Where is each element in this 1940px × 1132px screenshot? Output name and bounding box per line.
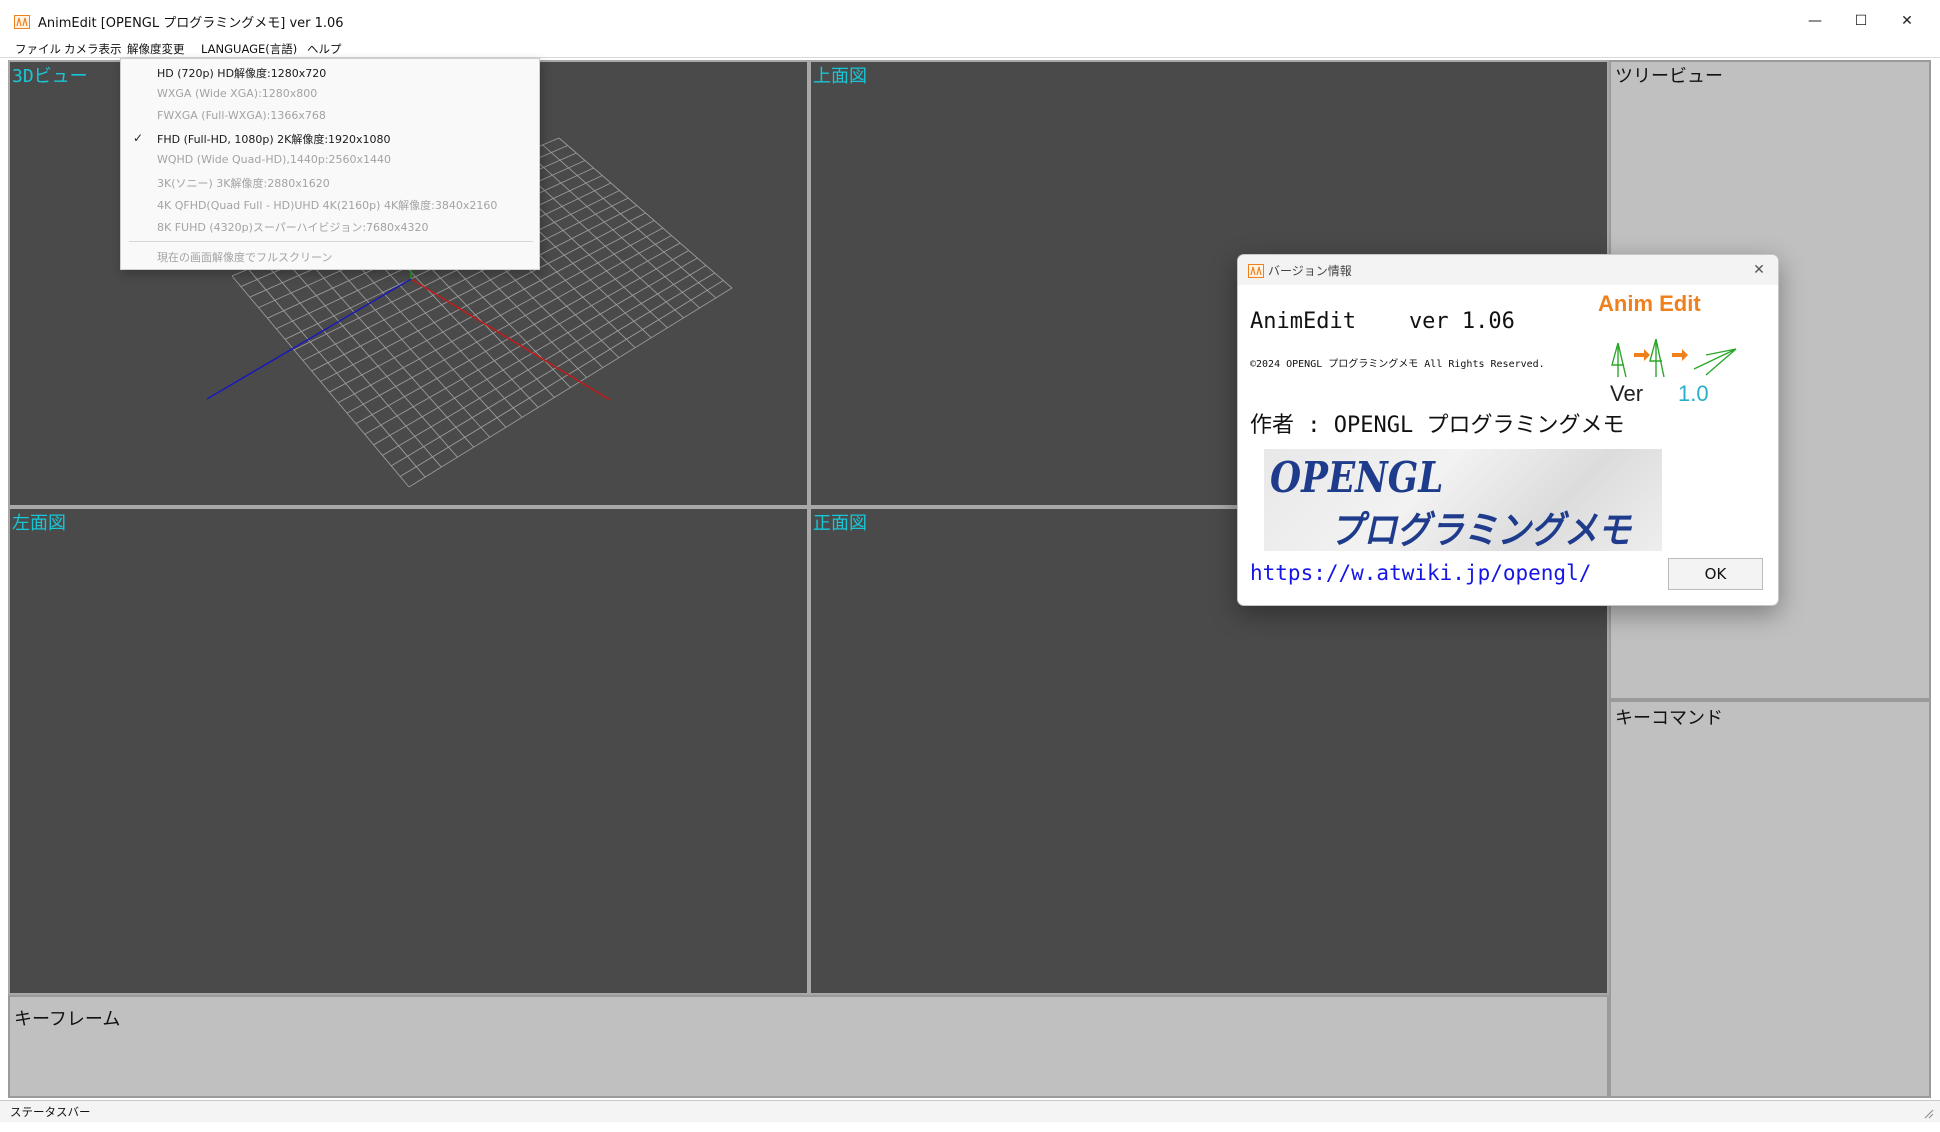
app-icon [14,14,30,29]
status-text: ステータスバー [10,1105,91,1119]
about-dialog: バージョン情報 ✕ AnimEdit ver 1.06 ©2024 OPENGL… [1237,254,1779,606]
maximize-button[interactable]: ☐ [1838,0,1884,42]
close-button[interactable]: ✕ [1884,0,1930,42]
menu-language[interactable]: LANGUAGE(言語) [201,39,297,57]
grid-line [399,280,724,477]
res-option-fullscreen[interactable]: 現在の画面解像度でフルスクリーン [157,249,332,265]
res-option-4k[interactable]: 4K QFHD(Quad Full - HD)UHD 4K(2160p) 4K解… [157,197,497,213]
viewport-label-front: 正面図 [813,513,867,534]
dialog-title-bar: バージョン情報 ✕ [1238,255,1778,285]
key-command-panel[interactable]: キーコマンド [1609,700,1931,1098]
res-option-8k[interactable]: 8K FUHD (4320p)スーパーハイビジョン:7680x4320 [157,219,429,235]
keyframe-label: キーフレーム [14,1009,121,1030]
viewport-left[interactable]: 左面図 [8,507,809,995]
dialog-copyright: ©2024 OPENGL プログラミングメモ All Rights Reserv… [1250,359,1545,370]
status-bar: ステータスバー [0,1100,1940,1122]
grid-line [391,272,715,467]
res-option-wxga[interactable]: WXGA (Wide XGA):1280x800 [157,87,317,100]
res-option-wqhd[interactable]: WQHD (Wide Quad-HD),1440p:2560x1440 [157,153,391,166]
banner-line-1: OPENGL [1270,453,1444,502]
ok-button[interactable]: OK [1668,558,1763,590]
menu-separator [129,241,533,242]
z-axis-line [206,278,412,400]
res-option-hd[interactable]: HD (720p) HD解像度:1280x720 [157,65,326,81]
res-option-fwxga[interactable]: FWXGA (Full-WXGA):1366x768 [157,109,326,122]
viewport-label-3d: 3Dビュー [12,66,88,87]
check-icon: ✓ [133,131,144,145]
minimize-button[interactable]: — [1792,0,1838,42]
logo-arrows-icon [1611,338,1737,378]
dialog-author: 作者 : OPENGL プログラミングメモ [1250,413,1625,438]
menu-help[interactable]: ヘルプ [307,39,342,57]
menu-resolution[interactable]: 解像度変更 [127,39,185,57]
tree-view-label: ツリービュー [1615,66,1723,87]
title-bar: AnimEdit [OPENGL プログラミングメモ] ver 1.06 — ☐… [0,0,1940,42]
res-option-3k[interactable]: 3K(ソニー) 3K解像度:2880x1620 [157,175,330,191]
viewport-label-left: 左面図 [12,513,66,534]
logo-ver-number: 1.0 [1678,381,1709,406]
menu-bar: ファイル カメラ表示 解像度変更 LANGUAGE(言語) ヘルプ [0,38,1940,58]
logo-text: Anim Edit [1598,291,1701,316]
logo-ver-label: Ver [1610,381,1644,406]
banner-line-2: プログラミングメモ [1330,507,1631,552]
resolution-dropdown-menu: ✓ HD (720p) HD解像度:1280x720 WXGA (Wide XG… [120,58,540,270]
menu-file[interactable]: ファイル [15,39,61,57]
menu-camera-view[interactable]: カメラ表示 [64,39,122,57]
dialog-app-name: AnimEdit ver 1.06 [1250,309,1515,334]
dialog-title: バージョン情報 [1268,264,1352,278]
key-command-label: キーコマンド [1615,708,1723,729]
res-option-fhd[interactable]: FHD (Full-HD, 1080p) 2K解像度:1920x1080 [157,131,391,147]
window-title: AnimEdit [OPENGL プログラミングメモ] ver 1.06 [38,16,344,31]
dialog-close-button[interactable]: ✕ [1746,259,1772,281]
resize-grip-icon[interactable] [1922,1107,1934,1119]
keyframe-panel[interactable]: キーフレーム [8,995,1609,1098]
dialog-url-link[interactable]: https://w.atwiki.jp/opengl/ [1250,561,1591,585]
viewport-label-top: 上面図 [813,66,867,87]
opengl-banner: OPENGL プログラミングメモ [1264,449,1662,552]
dialog-app-icon [1248,263,1264,278]
